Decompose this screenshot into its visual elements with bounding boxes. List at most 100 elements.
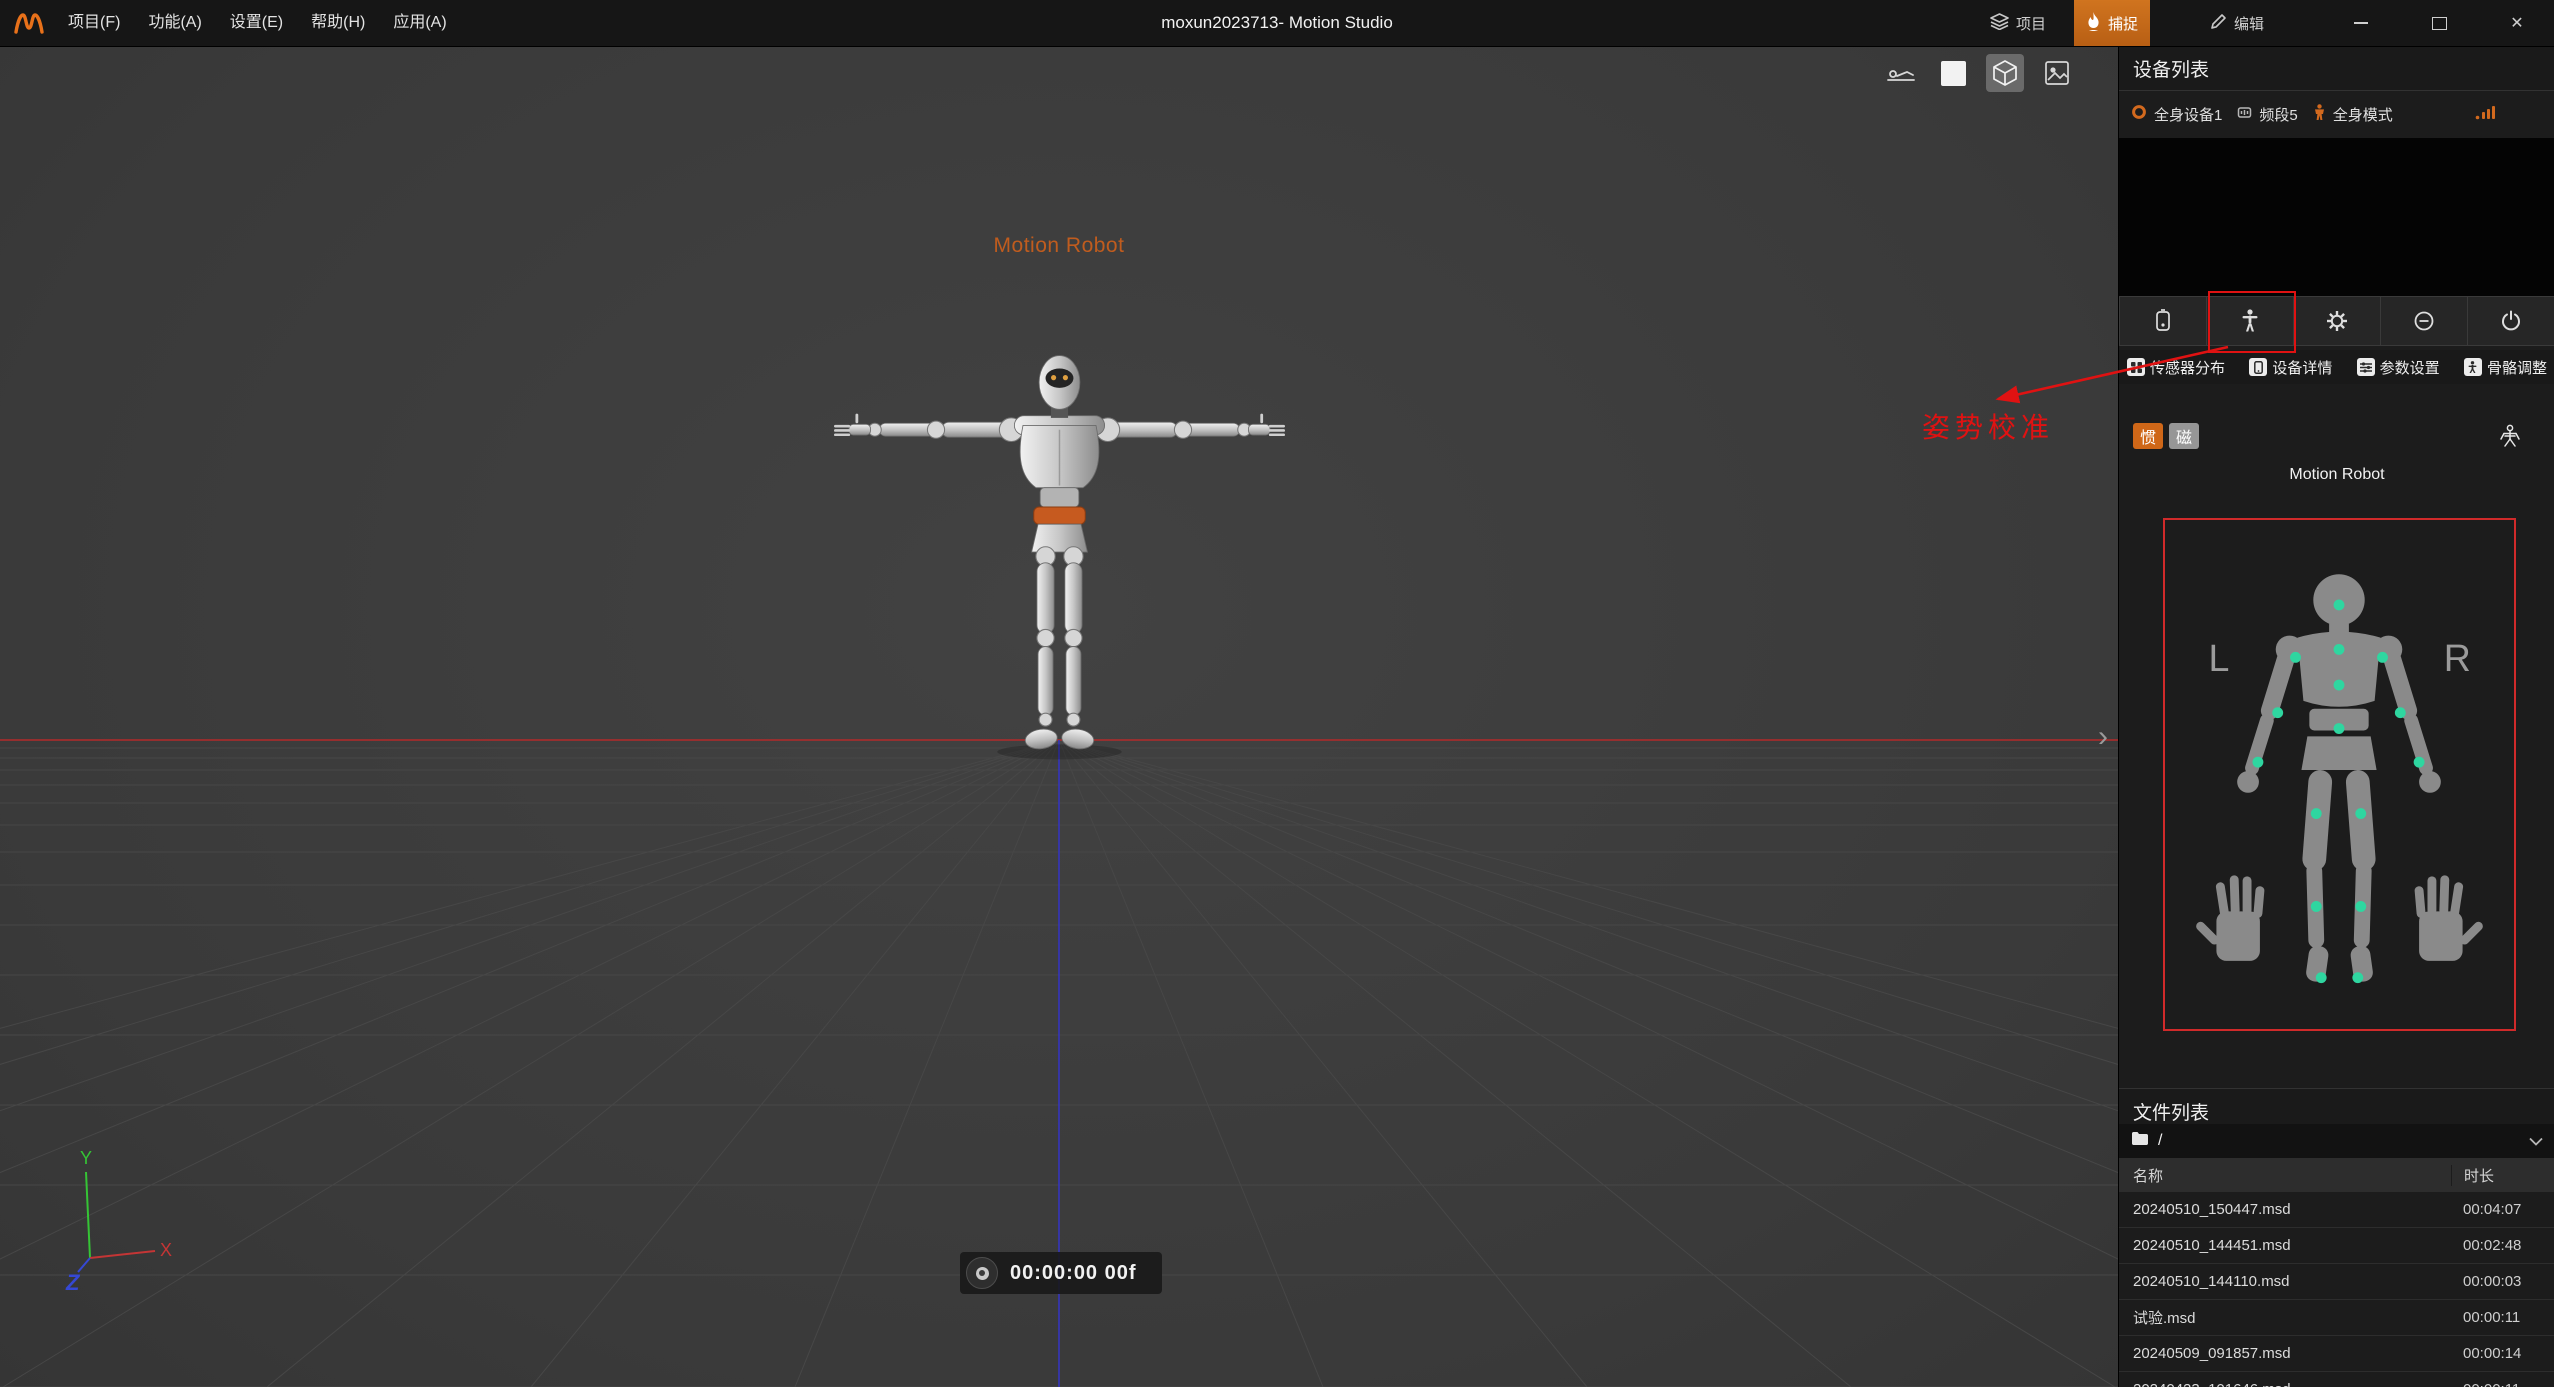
column-duration: 时长 — [2451, 1165, 2554, 1186]
body-silhouette: L R — [2165, 520, 2514, 1029]
file-row[interactable]: 20240509_091857.msd 00:00:14 — [2119, 1336, 2554, 1372]
parameter-settings-icon — [2357, 358, 2375, 376]
axis-z-label: Z — [65, 1270, 81, 1295]
mode-capture-button[interactable]: 捕捉 — [2074, 0, 2150, 46]
mode-edit-button[interactable]: 编辑 — [2198, 0, 2276, 46]
tab-label: 传感器分布 — [2150, 357, 2225, 378]
minimize-button[interactable] — [2350, 12, 2372, 34]
mode-capture-label: 捕捉 — [2108, 13, 2138, 34]
titlebar: 项目(F) 功能(A) 设置(E) 帮助(H) 应用(A) moxun20237… — [0, 0, 2554, 47]
fullbody-person-icon — [2313, 104, 2326, 125]
device-name: 全身设备1 — [2154, 104, 2222, 125]
settings-button[interactable] — [2294, 296, 2381, 346]
file-row[interactable]: 试验.msd 00:00:11 — [2119, 1300, 2554, 1336]
tab-label: 设备详情 — [2272, 357, 2332, 378]
stop-view-button[interactable] — [1934, 54, 1972, 92]
axis-y-label: Y — [80, 1148, 92, 1168]
maximize-button[interactable] — [2428, 12, 2450, 34]
tab-device-details[interactable]: 设备详情 — [2249, 357, 2332, 378]
menu-settings[interactable]: 设置(E) — [216, 0, 297, 46]
file-duration: 00:00:14 — [2451, 1345, 2554, 1362]
axis-gizmo: Y X Z — [40, 1146, 180, 1306]
device-row[interactable]: 全身设备1 频段5 全身模式 — [2119, 94, 2554, 134]
file-row[interactable]: 20240510_150447.msd 00:04:07 — [2119, 1192, 2554, 1228]
cube-icon — [1993, 60, 2017, 86]
menubar: 项目(F) 功能(A) 设置(E) 帮助(H) 应用(A) — [54, 0, 461, 46]
mode-edit-label: 编辑 — [2234, 13, 2264, 34]
viewport-robot-label: Motion Robot — [0, 234, 2118, 258]
record-button[interactable] — [966, 1257, 998, 1289]
body-right-label: R — [2444, 637, 2471, 679]
mode-switcher: 项目 捕捉 编辑 — [1978, 0, 2276, 46]
skeleton-icon — [2495, 424, 2525, 448]
folder-path-row[interactable]: / — [2119, 1124, 2554, 1158]
chevron-down-icon[interactable] — [2529, 1133, 2543, 1150]
inertial-toggle[interactable]: 惯 — [2133, 423, 2163, 449]
layers-icon — [1990, 13, 2009, 34]
app-logo-icon — [14, 12, 44, 34]
panel-collapse-handle[interactable]: › — [2098, 722, 2108, 752]
folder-path: / — [2158, 1132, 2162, 1150]
viewport-3d[interactable]: Motion Robot — [0, 46, 2118, 1387]
file-name: 20240423_101646.msd — [2119, 1381, 2451, 1387]
timecode-value: 00:00:00 00f — [1010, 1262, 1137, 1285]
magnetic-toggle[interactable]: 磁 — [2169, 423, 2199, 449]
power-button[interactable] — [2468, 296, 2554, 346]
file-row[interactable]: 20240423_101646.msd 00:00:11 — [2119, 1372, 2554, 1387]
file-duration: 00:00:11 — [2451, 1381, 2554, 1387]
file-row[interactable]: 20240510_144110.msd 00:00:03 — [2119, 1264, 2554, 1300]
file-name: 20240510_144110.msd — [2119, 1273, 2451, 1290]
tab-label: 骨骼调整 — [2487, 357, 2547, 378]
axis-x-label: X — [160, 1240, 172, 1260]
scene-icon — [2044, 60, 2070, 86]
sensor-body-diagram[interactable]: L R — [2163, 518, 2516, 1031]
timecode-bar: 00:00:00 00f — [960, 1252, 1162, 1294]
tab-skeleton-adjust[interactable]: 骨骼调整 — [2464, 357, 2547, 378]
window-title: moxun2023713- Motion Studio — [1161, 13, 1393, 33]
mode-project-label: 项目 — [2016, 13, 2046, 34]
tab-label: 参数设置 — [2380, 357, 2440, 378]
skeleton-adjust-icon — [2464, 358, 2482, 376]
menu-project[interactable]: 项目(F) — [54, 0, 134, 46]
sensor-device-button[interactable] — [2119, 296, 2207, 346]
skeleton-view-button[interactable] — [2495, 424, 2525, 448]
annotation-highlight-box — [2208, 291, 2296, 353]
app-window: { "app": { "title": "moxun2023713- Motio… — [0, 0, 2554, 1387]
power-icon — [2500, 310, 2522, 332]
minus-circle-icon — [2413, 310, 2435, 332]
menu-help[interactable]: 帮助(H) — [297, 0, 379, 46]
menu-app[interactable]: 应用(A) — [379, 0, 460, 46]
panel-robot-name: Motion Robot — [2119, 466, 2554, 484]
pose-reset-button[interactable] — [1882, 54, 1920, 92]
sensor-toggle-row: 惯 磁 — [2119, 421, 2554, 451]
flame-icon — [2086, 12, 2101, 35]
robot-figure[interactable] — [834, 350, 1285, 780]
tab-parameter-settings[interactable]: 参数设置 — [2357, 357, 2440, 378]
file-name: 试验.msd — [2119, 1307, 2451, 1328]
file-list: 20240510_150447.msd 00:04:07 20240510_14… — [2119, 1192, 2554, 1387]
device-mode: 全身模式 — [2333, 104, 2393, 125]
annotation-text: 姿势校准 — [1922, 406, 2054, 446]
file-name: 20240510_150447.msd — [2119, 1201, 2451, 1218]
scene-capture-button[interactable] — [2038, 54, 2076, 92]
device-toolbar — [2119, 296, 2554, 346]
menu-function[interactable]: 功能(A) — [134, 0, 215, 46]
device-list-title: 设备列表 — [2119, 55, 2209, 82]
disconnect-button[interactable] — [2381, 296, 2468, 346]
mode-project-button[interactable]: 项目 — [1978, 0, 2058, 46]
column-name: 名称 — [2119, 1165, 2451, 1186]
file-row[interactable]: 20240510_144451.msd 00:02:48 — [2119, 1228, 2554, 1264]
device-status-icon — [2131, 104, 2147, 124]
right-panel: 设备列表 全身设备1 频段5 全身模式 — [2118, 46, 2554, 1387]
close-button[interactable]: ✕ — [2506, 12, 2528, 34]
file-duration: 00:04:07 — [2451, 1201, 2554, 1218]
file-duration: 00:00:03 — [2451, 1273, 2554, 1290]
device-band: 频段5 — [2259, 104, 2297, 125]
cube-view-button[interactable] — [1986, 54, 2024, 92]
signal-strength-icon — [2475, 104, 2497, 124]
tab-sensor-distribution[interactable]: 传感器分布 — [2127, 357, 2225, 378]
device-tabs: 传感器分布 设备详情 参数设置 骨骼调整 — [2119, 350, 2554, 384]
pencil-icon — [2210, 13, 2227, 34]
file-list-title: 文件列表 — [2119, 1098, 2209, 1125]
gear-icon — [2326, 310, 2348, 332]
